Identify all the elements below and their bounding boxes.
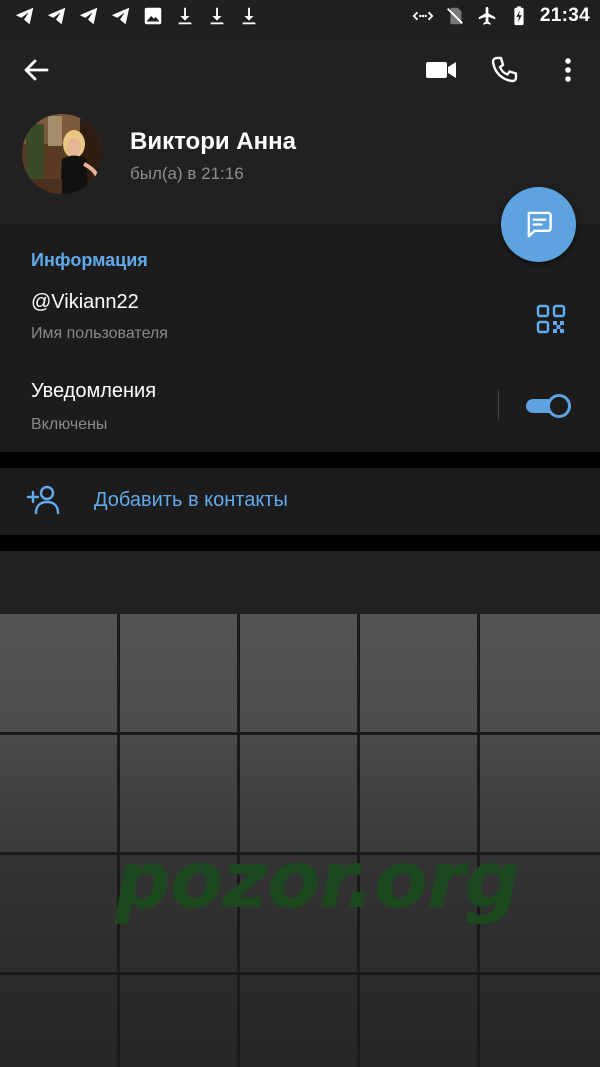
watermark: pozor.org	[115, 836, 520, 926]
add-contact-label: Добавить в контакты	[94, 489, 288, 511]
video-camera-icon	[426, 62, 456, 78]
media-thumbnail[interactable]	[0, 854, 118, 972]
airplane-icon	[478, 6, 496, 25]
avatar-photo	[22, 114, 102, 194]
clock: 21:34	[539, 5, 590, 26]
username-label: Имя пользователя	[31, 325, 168, 342]
shared-media-tabs	[0, 551, 600, 614]
download-icon	[242, 7, 256, 25]
media-thumbnail[interactable]	[0, 734, 118, 852]
video-call-button[interactable]	[424, 54, 458, 86]
media-thumbnail[interactable]	[0, 974, 118, 1067]
data-saver-icon	[412, 11, 434, 21]
info-section: Информация @Vikiann22 Имя пользователя У…	[0, 224, 600, 452]
profile-header: Виктори Анна был(а) в 21:16	[0, 34, 600, 224]
toggle-knob	[547, 394, 571, 418]
system-icons: 21:34	[412, 5, 590, 27]
more-options-button[interactable]	[556, 54, 580, 86]
telegram-icon	[79, 7, 98, 25]
username[interactable]: @Vikiann22	[31, 291, 139, 314]
media-thumbnail[interactable]	[360, 734, 478, 852]
grid-line	[0, 972, 600, 975]
avatar[interactable]	[22, 114, 102, 194]
back-button[interactable]	[20, 54, 52, 86]
image-icon	[144, 7, 162, 25]
media-thumbnail[interactable]	[240, 974, 358, 1067]
section-title: Информация	[31, 250, 148, 270]
telegram-icon	[111, 7, 130, 25]
media-thumbnail[interactable]	[360, 614, 478, 732]
media-thumbnail[interactable]	[0, 614, 118, 732]
download-icon	[178, 7, 192, 25]
notifications-status: Включены	[31, 416, 108, 433]
media-thumbnail[interactable]	[480, 974, 600, 1067]
telegram-icon	[15, 7, 34, 25]
notification-icons	[14, 5, 260, 27]
add-contact-row[interactable]: Добавить в контакты	[0, 468, 600, 535]
media-thumbnail[interactable]	[240, 614, 358, 732]
qr-code-button[interactable]	[536, 304, 566, 334]
no-sim-icon	[446, 7, 463, 25]
grid-line	[0, 732, 600, 735]
section-separator	[0, 535, 600, 551]
arrow-left-icon	[24, 59, 49, 81]
call-button[interactable]	[488, 54, 520, 86]
media-thumbnail[interactable]	[480, 614, 600, 732]
download-icon	[210, 7, 224, 25]
media-thumbnail[interactable]	[480, 734, 600, 852]
qr-code-icon	[536, 304, 566, 334]
more-vertical-icon	[565, 58, 571, 82]
media-thumbnail[interactable]	[240, 734, 358, 852]
section-separator	[0, 452, 600, 468]
media-thumbnail[interactable]	[120, 974, 238, 1067]
battery-charging-icon	[514, 6, 524, 26]
telegram-icon	[47, 7, 66, 25]
last-seen-status: был(а) в 21:16	[130, 164, 244, 183]
media-thumbnail[interactable]	[360, 974, 478, 1067]
notifications-toggle[interactable]	[526, 394, 572, 418]
message-icon	[527, 211, 552, 238]
media-thumbnail[interactable]	[120, 614, 238, 732]
media-thumbnail[interactable]	[120, 734, 238, 852]
add-user-icon	[26, 484, 62, 516]
status-bar: 21:34	[0, 0, 600, 34]
divider	[498, 390, 499, 420]
phone-icon	[491, 56, 518, 83]
notifications-setting[interactable]: Уведомления	[31, 380, 156, 403]
send-message-button[interactable]	[501, 187, 576, 262]
profile-name: Виктори Анна	[130, 128, 296, 155]
